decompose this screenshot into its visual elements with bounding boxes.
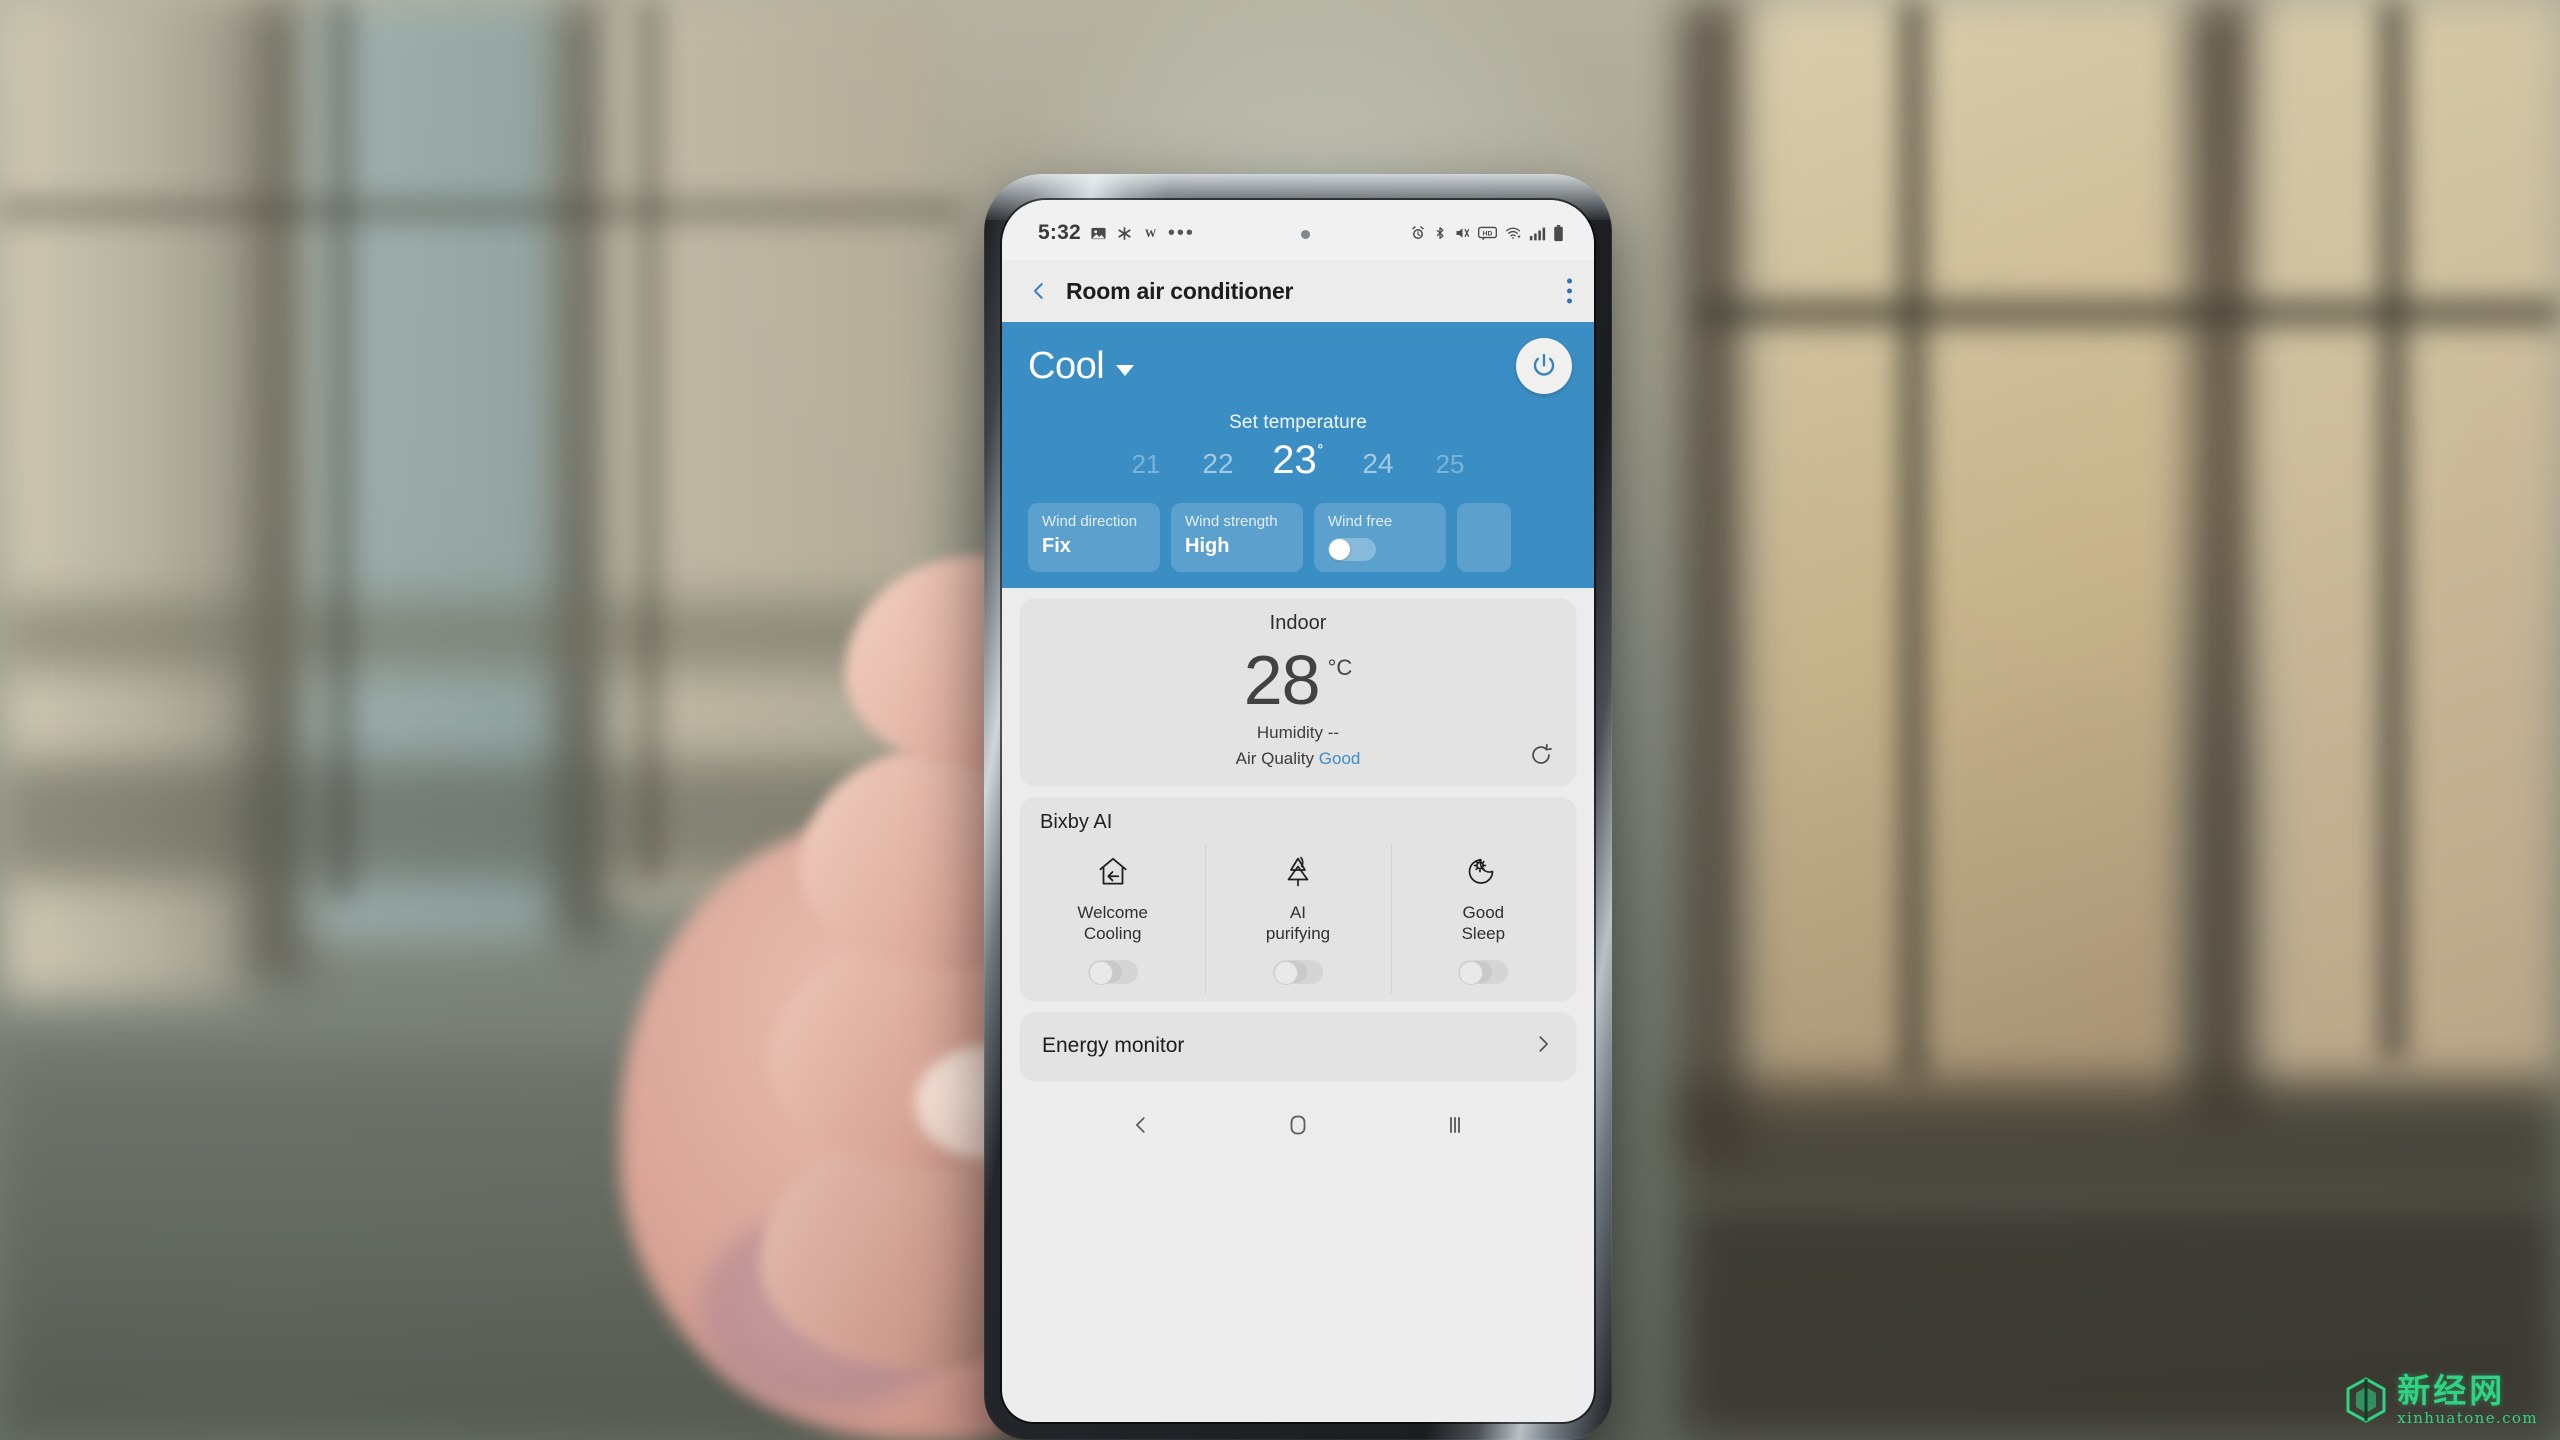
chevron-right-icon (1532, 1031, 1554, 1062)
chip-label: Wind direction (1042, 513, 1138, 530)
more-notifications-icon: ••• (1167, 222, 1195, 244)
status-clock: 5:32 (1038, 221, 1081, 244)
svg-text:W: W (1145, 228, 1157, 240)
ac-control-panel: Cool Set temperature 21 22 23˚ 24 25 Win… (1002, 322, 1594, 588)
energy-monitor-row[interactable]: Energy monitor (1020, 1012, 1576, 1080)
overflow-menu-icon[interactable] (1567, 278, 1572, 304)
energy-monitor-label: Energy monitor (1042, 1034, 1185, 1057)
chip-wind-direction[interactable]: Wind direction Fix (1028, 503, 1160, 572)
mode-label: Cool (1028, 344, 1105, 387)
nav-back-icon[interactable] (1111, 1103, 1171, 1147)
bixby-ai-title: Bixby AI (1040, 811, 1113, 833)
photo-scene: 5:32 W ••• HD Room air conditioner Cool … (0, 0, 2560, 1440)
bixby-item-line1: Good (1462, 903, 1505, 922)
indoor-temperature-value: 28 (1243, 641, 1321, 719)
humidity-row: Humidity -- (1020, 723, 1576, 743)
phone-screen: 5:32 W ••• HD Room air conditioner Cool … (1002, 200, 1594, 1422)
refresh-icon[interactable] (1528, 742, 1554, 773)
caret-down-icon (1116, 364, 1135, 376)
watermark-logo-icon (2346, 1377, 2386, 1423)
good-sleep-toggle[interactable] (1458, 960, 1509, 985)
android-nav-bar (1002, 1092, 1594, 1158)
degree-symbol: ˚ (1317, 442, 1324, 463)
ai-purifying-toggle[interactable] (1272, 960, 1323, 985)
temp-option-selected[interactable]: 23˚ (1254, 438, 1342, 483)
app-bar: Room air conditioner (1002, 260, 1594, 322)
indoor-card: Indoor 28 °C Humidity -- Air Quality Goo… (1020, 598, 1576, 785)
back-button[interactable] (1022, 274, 1056, 308)
svg-text:HD: HD (1483, 230, 1493, 237)
nav-recents-icon[interactable] (1425, 1103, 1485, 1147)
house-arrow-icon (1094, 852, 1132, 892)
w-app-icon: W (1142, 225, 1159, 241)
chip-wind-free[interactable]: Wind free (1314, 503, 1446, 572)
bixby-ai-items: Welcome Cooling AI purifying Good Sleep (1020, 838, 1576, 1000)
bluetooth-icon (1433, 225, 1447, 241)
battery-icon (1553, 224, 1564, 242)
temp-option-4[interactable]: 25 (1414, 449, 1486, 480)
air-quality-value: Good (1318, 749, 1361, 768)
indoor-title: Indoor (1269, 612, 1327, 634)
status-bar-left: 5:32 W ••• (1038, 221, 1195, 245)
temp-option-3[interactable]: 24 (1342, 448, 1414, 480)
bixby-item-welcome-cooling[interactable]: Welcome Cooling (1020, 838, 1205, 1000)
status-bar-right: HD (1410, 224, 1564, 242)
watermark: 新经网 xinhuatone.com (2345, 1374, 2538, 1426)
bixby-ai-card: Bixby AI Welcome Cooling AI purifying Go… (1020, 797, 1576, 1000)
chip-next-partial[interactable] (1457, 503, 1511, 572)
bixby-item-good-sleep[interactable]: Good Sleep (1390, 838, 1576, 1000)
bixby-item-line1: AI (1289, 903, 1307, 922)
humidity-label: Humidity (1256, 723, 1324, 742)
image-icon (1090, 225, 1107, 242)
bixby-item-line2: Cooling (1083, 924, 1142, 943)
tree-purify-icon (1280, 852, 1316, 892)
alarm-icon (1410, 225, 1426, 241)
bixby-item-line2: purifying (1265, 924, 1331, 943)
air-quality-label: Air Quality (1235, 749, 1315, 768)
mute-vibrate-icon (1454, 225, 1471, 241)
bixby-item-line1: Welcome (1077, 903, 1148, 922)
bixby-item-line2: Sleep (1461, 924, 1506, 943)
toggle-knob (1329, 539, 1350, 560)
indoor-temperature-row: 28 °C (1020, 643, 1576, 717)
wind-free-toggle[interactable] (1328, 538, 1376, 561)
watermark-en: xinhuatone.com (2397, 1409, 2538, 1427)
chip-label: Wind strength (1185, 513, 1278, 530)
moon-sleep-icon (1465, 852, 1501, 892)
watermark-cn: 新经网 (2397, 1371, 2506, 1410)
set-temperature-label: Set temperature (1229, 412, 1367, 433)
welcome-cooling-toggle[interactable] (1087, 960, 1138, 985)
smartphone-device: 5:32 W ••• HD Room air conditioner Cool … (984, 174, 1612, 1440)
front-camera (1301, 230, 1310, 239)
page-title: Room air conditioner (1066, 277, 1294, 304)
watermark-text: 新经网 xinhuatone.com (2397, 1374, 2538, 1426)
content-area: Indoor 28 °C Humidity -- Air Quality Goo… (1002, 588, 1594, 1080)
air-quality-row: Air Quality Good (1020, 749, 1576, 769)
temperature-picker[interactable]: 21 22 23˚ 24 25 (1002, 438, 1594, 483)
mode-selector[interactable]: Cool (1028, 344, 1135, 388)
temp-option-0[interactable]: 21 (1110, 449, 1182, 480)
status-bar: 5:32 W ••• HD (1002, 200, 1594, 260)
bixby-item-ai-purifying[interactable]: AI purifying (1205, 838, 1390, 1000)
signal-icon (1529, 226, 1546, 241)
chip-value: High (1185, 535, 1230, 557)
energy-monitor-card[interactable]: Energy monitor (1020, 1012, 1576, 1080)
nav-home-icon[interactable] (1268, 1103, 1328, 1147)
hd-icon: HD (1478, 226, 1497, 241)
temp-option-1[interactable]: 22 (1182, 448, 1254, 480)
quick-settings-chips: Wind direction Fix Wind strength High Wi… (1002, 503, 1594, 572)
chip-label: Wind free (1328, 513, 1393, 530)
wifi-icon (1504, 225, 1522, 241)
control-panel-top-row: Cool (1002, 336, 1594, 394)
temp-selected-value: 23 (1272, 438, 1317, 482)
humidity-value: -- (1327, 723, 1340, 742)
smartthings-icon (1116, 225, 1133, 242)
chip-wind-strength[interactable]: Wind strength High (1171, 503, 1303, 572)
chip-value: Fix (1042, 535, 1071, 557)
power-button[interactable] (1516, 338, 1572, 394)
indoor-temperature-unit: °C (1327, 655, 1353, 680)
